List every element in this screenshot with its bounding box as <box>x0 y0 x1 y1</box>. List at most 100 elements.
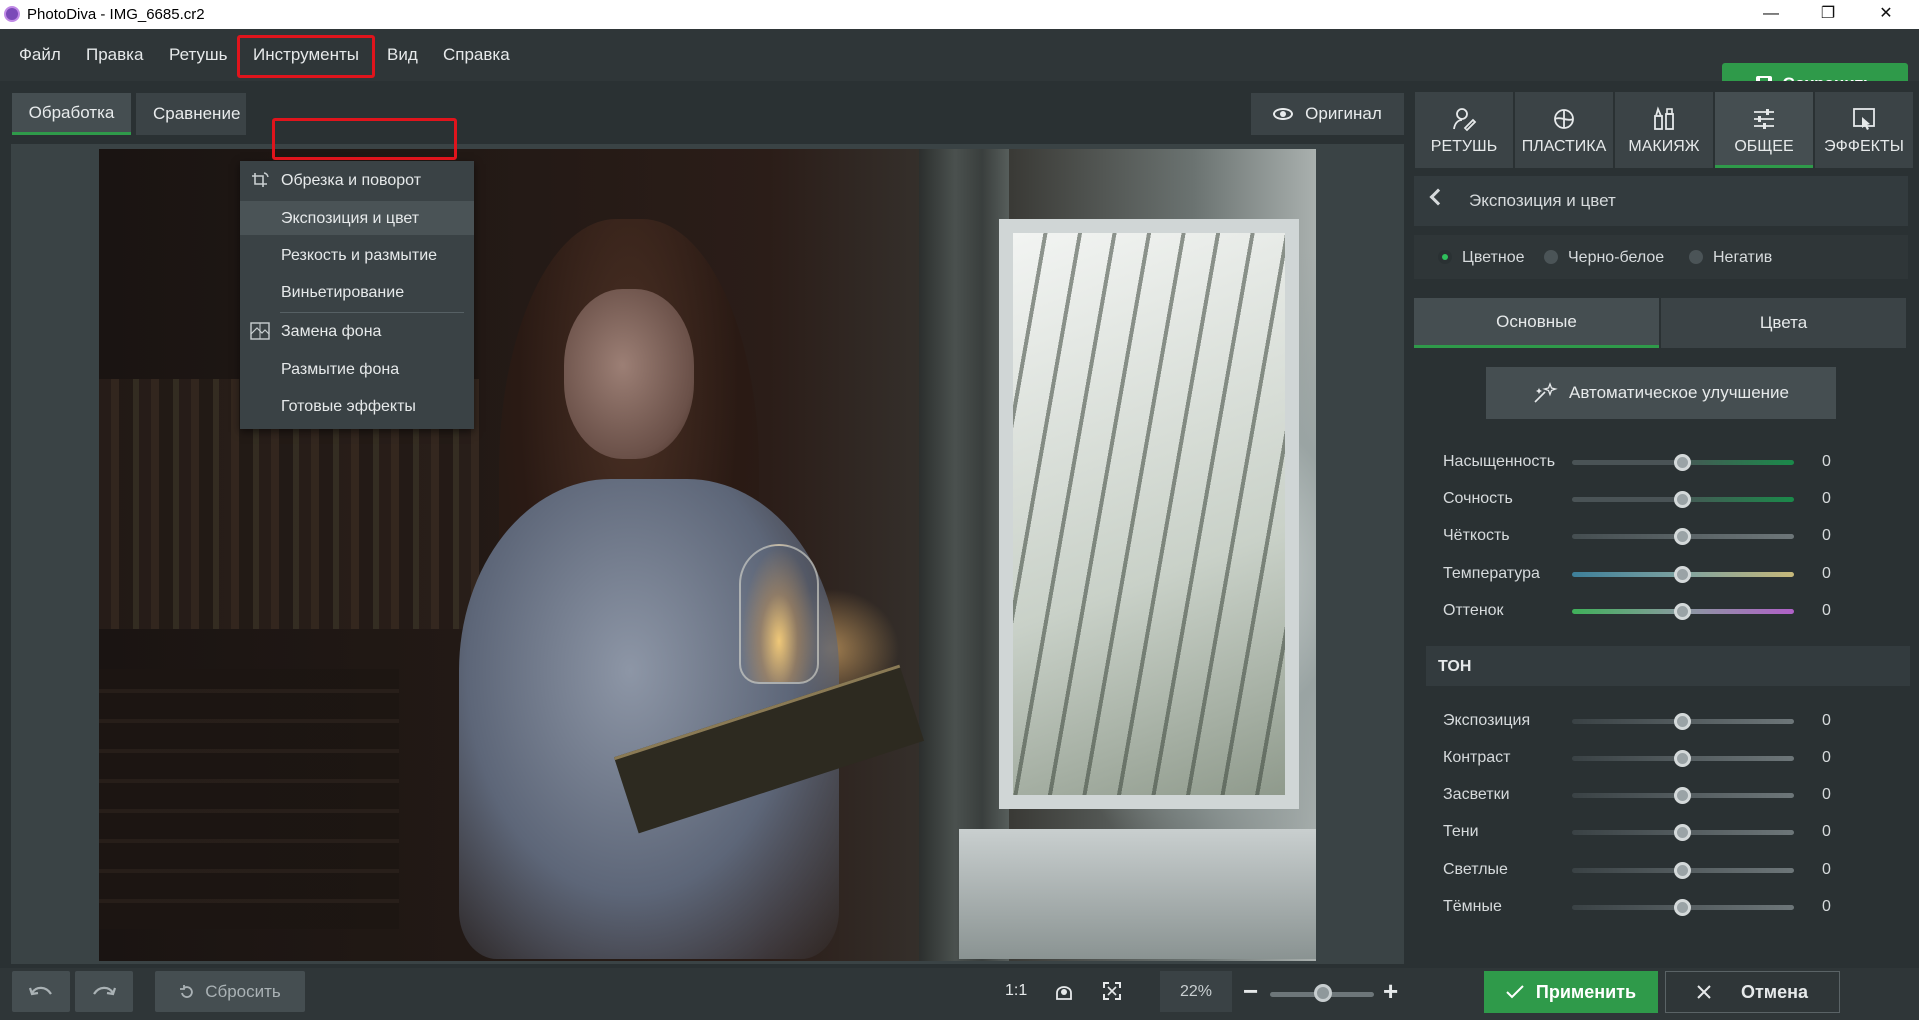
auto-enhance-button[interactable]: Автоматическое улучшение <box>1486 367 1836 419</box>
retouch-icon <box>1453 108 1477 132</box>
workspace: Обработка Сравнение Оригинал Обрезка и п… <box>0 81 1412 968</box>
close-button[interactable]: ✕ <box>1863 0 1909 29</box>
slider-knob[interactable] <box>1674 566 1691 583</box>
slider-knob[interactable] <box>1674 603 1691 620</box>
photo-face <box>564 289 694 459</box>
apply-button[interactable]: Применить <box>1484 971 1658 1013</box>
mode-color-radio[interactable]: Цветное <box>1438 249 1524 267</box>
slider-knob[interactable] <box>1674 454 1691 471</box>
minimize-button[interactable]: — <box>1748 0 1794 29</box>
slider-saturation[interactable]: Насыщенность 0 <box>1412 447 1919 477</box>
slider-knob[interactable] <box>1674 713 1691 730</box>
tab-plastic[interactable]: ПЛАСТИКА <box>1515 92 1613 168</box>
fit-screen-icon[interactable] <box>1102 981 1122 1001</box>
slider-knob[interactable] <box>1674 750 1691 767</box>
menu-item-label: Виньетирование <box>281 284 405 301</box>
checkmark-icon <box>1506 985 1524 999</box>
slider-highlights[interactable]: Засветки 0 <box>1412 780 1919 810</box>
slider-tint[interactable]: Оттенок 0 <box>1412 596 1919 626</box>
menu-item-label: Размытие фона <box>281 361 400 378</box>
slider-knob[interactable] <box>1674 491 1691 508</box>
subtab-colors[interactable]: Цвета <box>1661 298 1906 348</box>
slider-vibrance[interactable]: Сочность 0 <box>1412 484 1919 514</box>
slider-whites[interactable]: Светлые 0 <box>1412 855 1919 885</box>
slider-shadows[interactable]: Тени 0 <box>1412 817 1919 847</box>
reset-button[interactable]: Сбросить <box>155 971 305 1012</box>
adjustments-panel: РЕТУШЬ ПЛАСТИКА МАКИЯЖ ОБЩЕЕ ЭФФЕКТЫ Экс… <box>1412 81 1919 968</box>
menu-item-sharpness-blur[interactable]: Резкость и размытие <box>240 238 474 272</box>
slider-label: Температура <box>1443 565 1540 582</box>
slider-knob[interactable] <box>1674 824 1691 841</box>
slider-temperature[interactable]: Температура 0 <box>1412 559 1919 589</box>
menu-item-vignette[interactable]: Виньетирование <box>240 275 474 309</box>
tab-processing[interactable]: Обработка <box>12 93 131 135</box>
tab-compare[interactable]: Сравнение <box>136 93 246 135</box>
photodiva-logo-icon <box>4 6 20 22</box>
menu-item-exposure-color[interactable]: Экспозиция и цвет <box>240 201 474 235</box>
slider-contrast[interactable]: Контраст 0 <box>1412 743 1919 773</box>
slider-knob[interactable] <box>1674 787 1691 804</box>
slider-blacks[interactable]: Тёмные 0 <box>1412 892 1919 922</box>
tab-retouch[interactable]: РЕТУШЬ <box>1415 92 1513 168</box>
redo-button[interactable] <box>75 971 133 1012</box>
tab-retouch-label: РЕТУШЬ <box>1430 138 1498 155</box>
slider-exposure[interactable]: Экспозиция 0 <box>1412 706 1919 736</box>
menu-edit[interactable]: Правка <box>86 45 143 65</box>
tab-general[interactable]: ОБЩЕЕ <box>1715 92 1813 168</box>
menu-item-label: Резкость и размытие <box>281 247 438 264</box>
slider-value: 0 <box>1822 712 1831 729</box>
tone-section-header: ТОН <box>1426 646 1910 686</box>
back-arrow-icon[interactable] <box>1429 188 1447 206</box>
menu-view[interactable]: Вид <box>387 45 418 65</box>
slider-value: 0 <box>1822 490 1831 507</box>
undo-button[interactable] <box>12 971 70 1012</box>
menu-help[interactable]: Справка <box>443 45 510 65</box>
menu-item-crop-rotate[interactable]: Обрезка и поворот <box>240 163 474 197</box>
slider-value: 0 <box>1822 565 1831 582</box>
zoom-level-field[interactable]: 22% <box>1160 971 1232 1012</box>
zoom-slider-knob[interactable] <box>1314 984 1332 1002</box>
slider-value: 0 <box>1822 898 1831 915</box>
tab-makeup-label: МАКИЯЖ <box>1628 138 1700 155</box>
section-title: Экспозиция и цвет <box>1469 191 1616 210</box>
slider-knob[interactable] <box>1674 862 1691 879</box>
show-original-button[interactable]: Оригинал <box>1251 93 1404 135</box>
menu-item-replace-background[interactable]: Замена фона <box>240 314 474 348</box>
slider-knob[interactable] <box>1674 899 1691 916</box>
eye-icon <box>1273 108 1294 120</box>
menu-item-ready-effects[interactable]: Готовые эффекты <box>240 389 474 423</box>
restore-button[interactable]: ❐ <box>1805 0 1851 29</box>
slider-label: Тени <box>1443 823 1479 840</box>
menu-file[interactable]: Файл <box>19 45 61 65</box>
background-replace-icon <box>250 322 270 340</box>
tab-makeup[interactable]: МАКИЯЖ <box>1615 92 1713 168</box>
subtab-basic[interactable]: Основные <box>1414 298 1659 348</box>
slider-label: Контраст <box>1443 749 1511 766</box>
title-bar: PhotoDiva - IMG_6685.cr2 — ❐ ✕ <box>0 0 1919 29</box>
slider-value: 0 <box>1822 786 1831 803</box>
slider-value: 0 <box>1822 823 1831 840</box>
mode-bw-radio[interactable]: Черно-белое <box>1544 249 1664 267</box>
undo-icon <box>28 986 52 995</box>
mode-negative-radio[interactable]: Негатив <box>1689 249 1772 267</box>
zoom-out-button[interactable]: − <box>1243 976 1258 1007</box>
slider-clarity[interactable]: Чёткость 0 <box>1412 521 1919 551</box>
subtab-basic-label: Основные <box>1496 311 1577 331</box>
tab-effects[interactable]: ЭФФЕКТЫ <box>1815 92 1913 168</box>
magic-stars-icon <box>1534 382 1558 403</box>
fit-face-icon[interactable] <box>1054 981 1074 1003</box>
slider-knob[interactable] <box>1674 528 1691 545</box>
cancel-button[interactable]: Отмена <box>1665 971 1840 1013</box>
menu-separator <box>280 312 464 313</box>
exposure-color-highlight-frame <box>272 118 457 160</box>
slider-label: Засветки <box>1443 786 1510 803</box>
menu-tools-highlight-frame <box>237 35 375 78</box>
zoom-1to1-button[interactable]: 1:1 <box>1005 982 1027 1000</box>
menu-retouch[interactable]: Ретушь <box>169 45 227 65</box>
reset-label: Сбросить <box>205 981 281 1001</box>
menu-item-blur-background[interactable]: Размытие фона <box>240 352 474 386</box>
effects-icon <box>1853 108 1875 130</box>
cancel-label: Отмена <box>1740 981 1809 1002</box>
menu-item-label: Экспозиция и цвет <box>281 210 420 227</box>
zoom-in-button[interactable]: + <box>1383 976 1398 1007</box>
